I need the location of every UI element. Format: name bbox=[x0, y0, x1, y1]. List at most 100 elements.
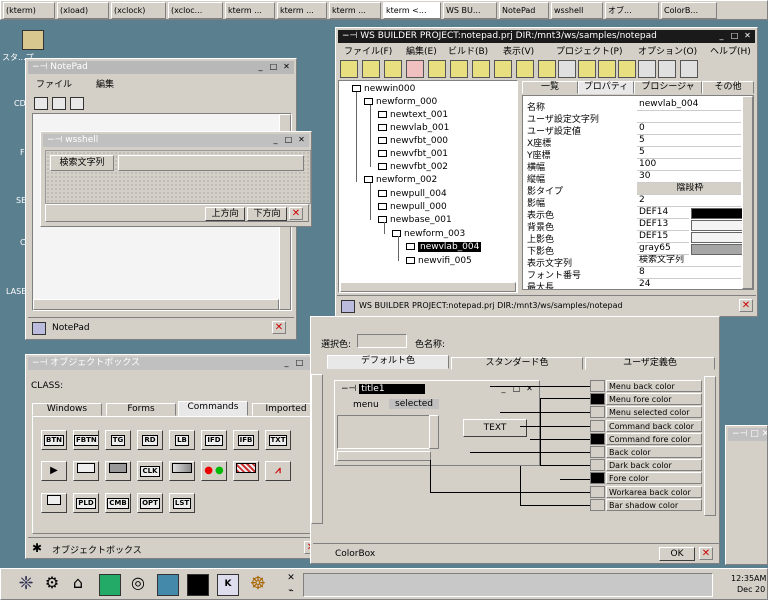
notepad-titlebar[interactable]: −⊣ NotePad _ □ ✕ bbox=[28, 61, 294, 74]
property-value[interactable] bbox=[637, 111, 741, 123]
tree-node[interactable]: newwin000 bbox=[352, 84, 415, 94]
tab-procedure[interactable]: プロシージャ bbox=[634, 81, 702, 94]
property-value[interactable]: DEF14 bbox=[637, 207, 689, 219]
minimize-button[interactable]: _ bbox=[255, 62, 266, 72]
edit-icon[interactable] bbox=[538, 60, 556, 78]
close-button[interactable]: ✕ bbox=[742, 31, 753, 41]
panel-lock-icon[interactable]: ⌁ bbox=[285, 586, 297, 596]
color-swatch[interactable] bbox=[590, 446, 605, 458]
vertical-scrollbar[interactable] bbox=[742, 96, 753, 289]
menu-project[interactable]: プロジェクト(P) bbox=[556, 44, 622, 57]
tool-icon[interactable] bbox=[558, 60, 576, 78]
task-xload[interactable]: (xload) bbox=[57, 2, 109, 19]
color-role-row[interactable]: Fore color bbox=[606, 472, 702, 484]
property-value[interactable]: DEF15 bbox=[637, 231, 689, 243]
task-objectbox[interactable]: オブ... bbox=[605, 2, 659, 19]
tree-node[interactable]: newform_000 bbox=[364, 97, 437, 107]
color-role-row[interactable]: Dark back color bbox=[606, 459, 702, 471]
color-swatch[interactable] bbox=[590, 406, 605, 418]
button-object-button[interactable]: BTN bbox=[41, 430, 67, 450]
tree-node[interactable]: newpull_000 bbox=[378, 202, 447, 212]
menu-file[interactable]: ファイル(F) bbox=[344, 44, 392, 57]
tool-icon[interactable] bbox=[340, 60, 358, 78]
scroll-object-button[interactable] bbox=[73, 461, 99, 481]
delete-icon[interactable] bbox=[406, 60, 424, 78]
color-swatch[interactable] bbox=[590, 459, 605, 471]
pager[interactable] bbox=[303, 573, 713, 597]
color-swatch[interactable] bbox=[590, 472, 605, 484]
tab-commands[interactable]: Commands bbox=[178, 401, 248, 416]
help-icon[interactable] bbox=[680, 60, 698, 78]
panel-close-icon[interactable]: ✕ bbox=[285, 573, 297, 583]
maximize-button[interactable]: □ bbox=[294, 358, 305, 368]
play-icon[interactable]: ▶ bbox=[41, 461, 67, 481]
property-value[interactable]: 24 bbox=[637, 279, 741, 289]
task-kterm-2[interactable]: kterm ... bbox=[225, 2, 275, 19]
gradient-object-button[interactable] bbox=[169, 461, 195, 481]
kde-menu-icon[interactable]: ❈ bbox=[15, 573, 37, 595]
tool-icon[interactable] bbox=[472, 60, 490, 78]
menu-edit[interactable]: 編集(E) bbox=[406, 44, 437, 57]
zoom-icon[interactable] bbox=[638, 60, 656, 78]
helm-icon[interactable]: ☸ bbox=[247, 573, 269, 595]
lamp-object-button[interactable]: ● ● bbox=[201, 461, 227, 481]
tree-node-selected[interactable]: newvlab_004 bbox=[406, 242, 482, 252]
search-icon[interactable] bbox=[658, 60, 676, 78]
minimize-button[interactable]: _ bbox=[716, 31, 727, 41]
tool-icon[interactable] bbox=[70, 97, 84, 110]
tool-icon[interactable] bbox=[362, 60, 380, 78]
tree-node[interactable]: newform_002 bbox=[364, 175, 437, 185]
tree-node[interactable]: newbase_001 bbox=[378, 215, 452, 225]
search-down-button[interactable]: 下方向 bbox=[247, 207, 287, 221]
close-button[interactable]: ✕ bbox=[289, 207, 303, 220]
menu-help[interactable]: ヘルプ(H) bbox=[710, 44, 751, 57]
background-titlebar[interactable]: −⊣ □ ✕ bbox=[728, 428, 767, 441]
property-value[interactable]: 30 bbox=[637, 171, 741, 183]
close-button[interactable]: ✕ bbox=[739, 299, 753, 312]
color-swatch[interactable] bbox=[590, 393, 605, 405]
property-value[interactable]: DEF13 bbox=[637, 219, 689, 231]
menu-edit[interactable]: 編集 bbox=[96, 77, 114, 90]
tree-node[interactable]: newvfbt_001 bbox=[378, 149, 448, 159]
task-colorbox[interactable]: ColorB... bbox=[661, 2, 717, 19]
pulldown-object-button[interactable]: PLD bbox=[73, 493, 99, 513]
hatch-object-button[interactable] bbox=[233, 461, 259, 481]
fbutton-object-button[interactable]: FBTN bbox=[73, 430, 99, 450]
tree-node[interactable]: newpull_004 bbox=[378, 189, 447, 199]
color-role-row[interactable]: Menu fore color bbox=[606, 393, 702, 405]
colorbox-right-scrollbar[interactable] bbox=[704, 376, 716, 516]
color-role-row[interactable]: Command back color bbox=[606, 420, 702, 432]
task-kterm-1[interactable]: (kterm) bbox=[3, 2, 55, 19]
scale-object-button[interactable] bbox=[105, 461, 131, 481]
color-role-row[interactable]: Back color bbox=[606, 446, 702, 458]
color-swatch[interactable] bbox=[590, 420, 605, 432]
task-notepad[interactable]: NotePad bbox=[499, 2, 549, 19]
tab-default-colors[interactable]: デフォルト色 bbox=[327, 355, 449, 369]
maximize-button[interactable]: □ bbox=[283, 135, 294, 145]
color-role-row[interactable]: Bar shadow color bbox=[606, 499, 702, 511]
color-swatch[interactable] bbox=[590, 499, 605, 511]
task-xclock-2[interactable]: (xcloc... bbox=[168, 2, 223, 19]
color-role-row[interactable]: Command fore color bbox=[606, 433, 702, 445]
tab-windows[interactable]: Windows bbox=[32, 403, 102, 416]
window-menu-icon[interactable]: −⊣ bbox=[32, 358, 50, 368]
close-button[interactable]: ✕ bbox=[272, 321, 286, 334]
pane-object-button[interactable] bbox=[41, 493, 67, 513]
tool-icon[interactable] bbox=[428, 60, 446, 78]
close-button[interactable]: ✕ bbox=[296, 135, 307, 145]
book-icon[interactable] bbox=[99, 574, 121, 596]
menu-file[interactable]: ファイル bbox=[36, 77, 72, 90]
ifd-object-button[interactable]: IFD bbox=[201, 430, 227, 450]
tab-forms[interactable]: Forms bbox=[106, 403, 176, 416]
tool-icon[interactable] bbox=[34, 97, 48, 110]
property-value[interactable]: 0 bbox=[637, 123, 741, 135]
list-object-button[interactable]: LST bbox=[169, 493, 195, 513]
ifb-object-button[interactable]: IFB bbox=[233, 430, 259, 450]
window-menu-icon[interactable]: −⊣ bbox=[32, 62, 50, 72]
search-up-button[interactable]: 上方向 bbox=[205, 207, 245, 221]
property-value[interactable]: 2 bbox=[637, 195, 741, 207]
browser-icon[interactable]: ◎ bbox=[127, 573, 149, 595]
terminal-icon[interactable] bbox=[187, 574, 209, 596]
property-value[interactable]: 8 bbox=[637, 267, 741, 279]
tree-node[interactable]: newvifi_005 bbox=[406, 256, 472, 266]
